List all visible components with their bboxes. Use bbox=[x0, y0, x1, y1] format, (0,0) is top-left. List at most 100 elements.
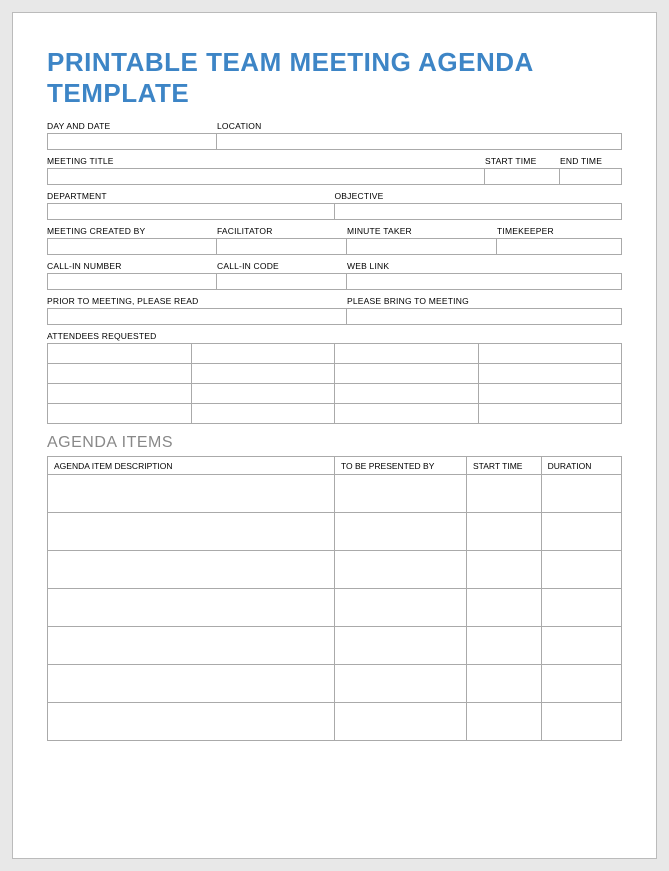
label-web-link: WEB LINK bbox=[347, 261, 622, 273]
attendee-cell[interactable] bbox=[191, 384, 335, 404]
label-start-time: START TIME bbox=[485, 156, 560, 168]
label-department: DEPARTMENT bbox=[47, 191, 335, 203]
agenda-cell[interactable] bbox=[467, 589, 542, 627]
agenda-cell[interactable] bbox=[335, 513, 467, 551]
field-minute-taker[interactable] bbox=[347, 238, 497, 255]
table-row bbox=[48, 665, 622, 703]
attendee-cell[interactable] bbox=[48, 404, 192, 424]
attendee-cell[interactable] bbox=[335, 364, 479, 384]
field-timekeeper[interactable] bbox=[497, 238, 622, 255]
attendee-cell[interactable] bbox=[191, 344, 335, 364]
label-attendees: ATTENDEES REQUESTED bbox=[47, 331, 622, 343]
agenda-cell[interactable] bbox=[541, 665, 621, 703]
field-please-bring[interactable] bbox=[347, 308, 622, 325]
agenda-col-start-time: START TIME bbox=[467, 457, 542, 475]
agenda-heading: AGENDA ITEMS bbox=[47, 434, 622, 452]
field-department[interactable] bbox=[47, 203, 335, 220]
attendee-cell[interactable] bbox=[335, 384, 479, 404]
label-facilitator: FACILITATOR bbox=[217, 226, 347, 238]
agenda-cell[interactable] bbox=[48, 551, 335, 589]
label-please-bring: PLEASE BRING TO MEETING bbox=[347, 296, 622, 308]
agenda-cell[interactable] bbox=[541, 551, 621, 589]
agenda-cell[interactable] bbox=[48, 513, 335, 551]
agenda-cell[interactable] bbox=[467, 475, 542, 513]
label-timekeeper: TIMEKEEPER bbox=[497, 226, 622, 238]
page-wrapper: PRINTABLE TEAM MEETING AGENDA TEMPLATE D… bbox=[0, 0, 669, 871]
label-callin-code: CALL-IN CODE bbox=[217, 261, 347, 273]
agenda-cell[interactable] bbox=[467, 551, 542, 589]
agenda-cell[interactable] bbox=[541, 513, 621, 551]
attendee-cell[interactable] bbox=[191, 364, 335, 384]
label-end-time: END TIME bbox=[560, 156, 622, 168]
label-meeting-title: MEETING TITLE bbox=[47, 156, 485, 168]
field-web-link[interactable] bbox=[347, 273, 622, 290]
table-row bbox=[48, 551, 622, 589]
agenda-cell[interactable] bbox=[48, 665, 335, 703]
field-meeting-title[interactable] bbox=[47, 168, 485, 185]
agenda-cell[interactable] bbox=[541, 589, 621, 627]
agenda-cell[interactable] bbox=[335, 551, 467, 589]
attendee-cell[interactable] bbox=[478, 384, 622, 404]
agenda-table: AGENDA ITEM DESCRIPTION TO BE PRESENTED … bbox=[47, 456, 622, 741]
label-callin-number: CALL-IN NUMBER bbox=[47, 261, 217, 273]
agenda-cell[interactable] bbox=[467, 665, 542, 703]
agenda-cell[interactable] bbox=[335, 703, 467, 741]
field-facilitator[interactable] bbox=[217, 238, 347, 255]
table-row bbox=[48, 384, 622, 404]
row-roles: MEETING CREATED BY FACILITATOR MINUTE TA… bbox=[47, 226, 622, 255]
agenda-cell[interactable] bbox=[335, 665, 467, 703]
agenda-cell[interactable] bbox=[335, 475, 467, 513]
agenda-cell[interactable] bbox=[48, 475, 335, 513]
table-row bbox=[48, 364, 622, 384]
field-day-date[interactable] bbox=[47, 133, 217, 150]
attendee-cell[interactable] bbox=[478, 364, 622, 384]
agenda-col-description: AGENDA ITEM DESCRIPTION bbox=[48, 457, 335, 475]
field-location[interactable] bbox=[217, 133, 622, 150]
table-row bbox=[48, 513, 622, 551]
table-row bbox=[48, 703, 622, 741]
agenda-cell[interactable] bbox=[48, 589, 335, 627]
row-title-times: MEETING TITLE START TIME END TIME bbox=[47, 156, 622, 185]
field-end-time[interactable] bbox=[560, 168, 622, 185]
agenda-cell[interactable] bbox=[467, 513, 542, 551]
field-callin-code[interactable] bbox=[217, 273, 347, 290]
attendee-cell[interactable] bbox=[478, 404, 622, 424]
label-objective: OBJECTIVE bbox=[335, 191, 623, 203]
attendee-cell[interactable] bbox=[48, 364, 192, 384]
attendee-cell[interactable] bbox=[335, 344, 479, 364]
label-minute-taker: MINUTE TAKER bbox=[347, 226, 497, 238]
agenda-cell[interactable] bbox=[541, 475, 621, 513]
row-prior-bring: PRIOR TO MEETING, PLEASE READ PLEASE BRI… bbox=[47, 296, 622, 325]
attendee-cell[interactable] bbox=[191, 404, 335, 424]
attendee-cell[interactable] bbox=[335, 404, 479, 424]
table-row bbox=[48, 475, 622, 513]
row-callin: CALL-IN NUMBER CALL-IN CODE WEB LINK bbox=[47, 261, 622, 290]
field-prior-read[interactable] bbox=[47, 308, 347, 325]
agenda-cell[interactable] bbox=[541, 703, 621, 741]
label-created-by: MEETING CREATED BY bbox=[47, 226, 217, 238]
row-dept-objective: DEPARTMENT OBJECTIVE bbox=[47, 191, 622, 220]
field-created-by[interactable] bbox=[47, 238, 217, 255]
label-location: LOCATION bbox=[217, 121, 622, 133]
table-row bbox=[48, 344, 622, 364]
attendee-cell[interactable] bbox=[478, 344, 622, 364]
agenda-cell[interactable] bbox=[335, 589, 467, 627]
agenda-cell[interactable] bbox=[48, 703, 335, 741]
attendee-cell[interactable] bbox=[48, 384, 192, 404]
table-row bbox=[48, 404, 622, 424]
page-title: PRINTABLE TEAM MEETING AGENDA TEMPLATE bbox=[47, 47, 622, 109]
field-start-time[interactable] bbox=[485, 168, 560, 185]
agenda-cell[interactable] bbox=[467, 627, 542, 665]
field-objective[interactable] bbox=[335, 203, 623, 220]
agenda-col-presented-by: TO BE PRESENTED BY bbox=[335, 457, 467, 475]
agenda-cell[interactable] bbox=[467, 703, 542, 741]
agenda-cell[interactable] bbox=[335, 627, 467, 665]
agenda-cell[interactable] bbox=[48, 627, 335, 665]
label-day-date: DAY AND DATE bbox=[47, 121, 217, 133]
field-callin-number[interactable] bbox=[47, 273, 217, 290]
attendee-cell[interactable] bbox=[48, 344, 192, 364]
page: PRINTABLE TEAM MEETING AGENDA TEMPLATE D… bbox=[12, 12, 657, 859]
table-row bbox=[48, 589, 622, 627]
agenda-cell[interactable] bbox=[541, 627, 621, 665]
row-day-location: DAY AND DATE LOCATION bbox=[47, 121, 622, 150]
